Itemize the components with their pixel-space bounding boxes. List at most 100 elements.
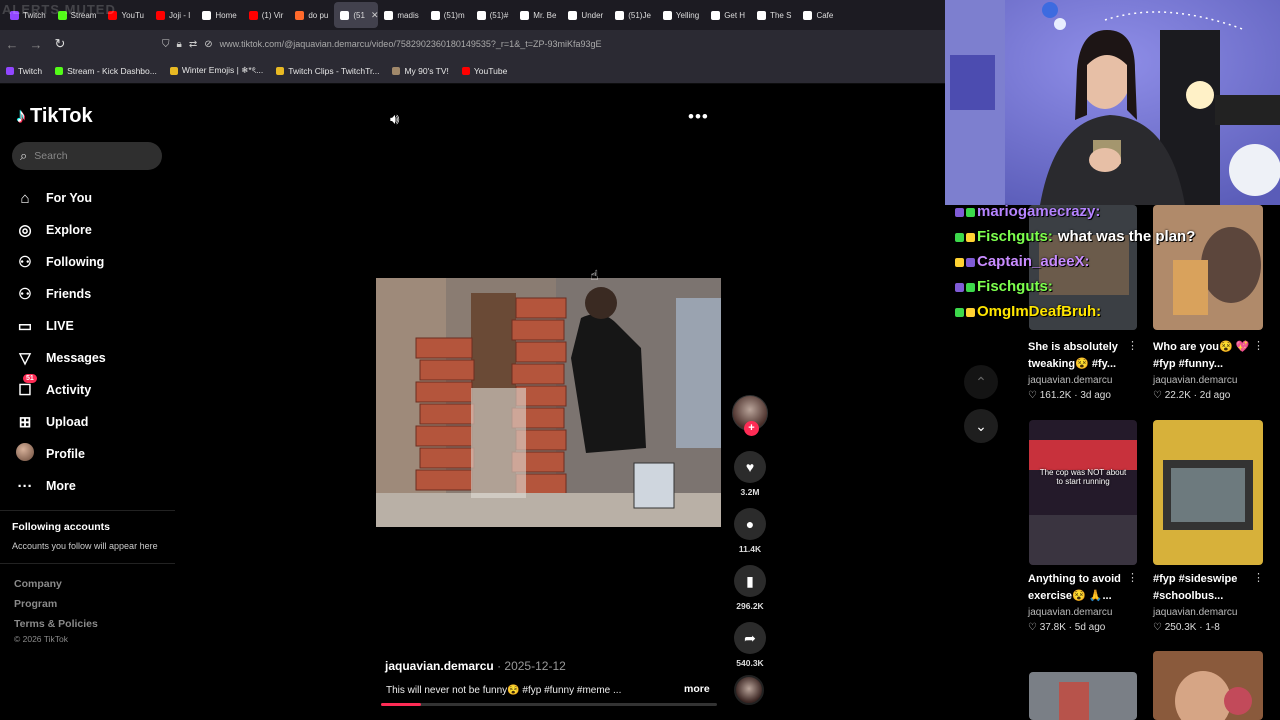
video-thumbnail[interactable]: The cop was NOT about to start running	[1029, 420, 1137, 565]
chat-badge-icon	[966, 207, 975, 217]
card-title[interactable]: She is absolutely tweaking😵 #fy...	[1028, 339, 1128, 373]
address-bar[interactable]: ⛉ 🔒︎ ⇄ ⊘ www.tiktok.com/@jaquavian.demar…	[162, 32, 945, 56]
search-input[interactable]: ⌕ Search	[12, 142, 162, 170]
bookmark-item[interactable]: Winter Emojis | ❄*ৎ...	[169, 64, 264, 78]
sidebar-item-friends[interactable]: ⚇ Friends	[16, 278, 176, 310]
more-options-icon[interactable]: •••	[688, 107, 709, 127]
browser-tab[interactable]: Cafe	[797, 2, 839, 28]
video-thumbnail[interactable]	[1153, 651, 1263, 720]
lock-icon[interactable]: 🔒︎	[177, 39, 182, 50]
browser-tab[interactable]: Yelling	[657, 2, 705, 28]
comment-button[interactable]: ●	[734, 508, 766, 540]
browser-tab[interactable]: Stream	[52, 2, 103, 28]
card-username[interactable]: jaquavian.demarcu	[1028, 607, 1113, 618]
share-count: 540.3K	[736, 658, 764, 668]
footer-link-company[interactable]: Company	[14, 574, 98, 594]
browser-tab[interactable]: Twitch	[4, 2, 52, 28]
stream-chat-overlay: mariogamecrazy: Fischguts: what was the pl…	[955, 199, 1195, 324]
bookmark-item[interactable]: YouTube	[461, 66, 507, 76]
messages-icon: ▽	[19, 350, 31, 367]
browser-tab[interactable]: Joji - I	[150, 2, 196, 28]
bookmark-item[interactable]: Twitch Clips - TwitchTr...	[276, 66, 379, 76]
follow-plus-icon[interactable]: +	[744, 421, 759, 436]
sidebar-item-activity[interactable]: ☐ 51 Activity	[16, 374, 176, 406]
card-username[interactable]: jaquavian.demarcu	[1153, 607, 1238, 618]
tracking-off-icon[interactable]: ⊘	[204, 39, 212, 50]
forward-icon[interactable]: →	[24, 37, 48, 52]
browser-tab[interactable]: Under	[562, 2, 609, 28]
tiktok-logo[interactable]: ♪ TikTok	[16, 105, 93, 128]
kebab-icon[interactable]: ⋮	[1253, 571, 1264, 584]
close-tab-icon[interactable]: ✕	[371, 10, 378, 21]
url-text[interactable]: www.tiktok.com/@jaquavian.demarcu/video/…	[220, 39, 602, 49]
next-video-button[interactable]: ⌄	[964, 409, 998, 443]
share-button[interactable]: ➦	[734, 622, 766, 654]
chat-badge-icon	[966, 257, 975, 267]
tab-label: Mr. Be	[533, 10, 557, 20]
chat-badge-icon	[955, 257, 964, 267]
video-progress-bar[interactable]	[381, 703, 717, 706]
browser-tab[interactable]: The S	[751, 2, 797, 28]
card-title[interactable]: Anything to avoid exercise😵 🙏...	[1028, 571, 1128, 605]
bookmark-label: Winter Emojis | ❄*ৎ...	[181, 64, 264, 75]
bookmark-item[interactable]: Twitch	[6, 66, 42, 76]
tab-favicon-icon	[108, 10, 118, 20]
permissions-icon[interactable]: ⇄	[189, 39, 197, 50]
card-title[interactable]: #fyp #sideswipe #schoolbus...	[1153, 571, 1253, 605]
browser-tab[interactable]: (1) Vir	[243, 2, 290, 28]
bookmark-item[interactable]: My 90's TV!	[392, 66, 449, 76]
browser-tab[interactable]: Home	[196, 2, 242, 28]
browser-tab[interactable]: (51)m	[425, 2, 471, 28]
sidebar-item-messages[interactable]: ▽ Messages	[16, 342, 176, 374]
sidebar-item-live[interactable]: ▭ LIVE	[16, 310, 176, 342]
video-player[interactable]	[376, 278, 721, 527]
kebab-icon[interactable]: ⋮	[1127, 571, 1138, 584]
volume-icon[interactable]: 🔊︎	[390, 111, 399, 128]
sidebar-item-explore[interactable]: ◎ Explore	[16, 214, 176, 246]
kebab-icon[interactable]: ⋮	[1253, 339, 1264, 352]
bookmark-item[interactable]: Stream - Kick Dashbo...	[55, 66, 157, 76]
sidebar-item-for-you[interactable]: ⌂ For You	[16, 182, 176, 214]
bookmark-favicon-icon	[392, 66, 401, 75]
music-disc-avatar[interactable]	[734, 675, 764, 705]
save-button[interactable]: ▮	[734, 565, 766, 597]
video-thumbnail[interactable]	[1153, 420, 1263, 565]
browser-tab[interactable]: Get H	[705, 2, 751, 28]
browser-tab[interactable]: do pu	[289, 2, 334, 28]
video-thumbnail[interactable]	[1029, 672, 1137, 720]
browser-tab[interactable]: (51 ✕	[334, 2, 379, 28]
compass-icon: ◎	[18, 222, 32, 239]
tab-label: Yelling	[675, 10, 700, 20]
caption-more-button[interactable]: more	[684, 683, 710, 695]
shield-icon[interactable]: ⛉	[162, 39, 170, 50]
chevron-down-icon: ⌄	[975, 417, 987, 434]
caption-username[interactable]: jaquavian.demarcu	[385, 659, 494, 673]
kebab-icon[interactable]: ⋮	[1127, 339, 1138, 352]
footer-link-program[interactable]: Program	[14, 594, 98, 614]
sidebar-item-upload[interactable]: ⊞ Upload	[16, 406, 176, 438]
reload-icon[interactable]: ↻	[48, 36, 72, 52]
sidebar-item-following[interactable]: ⚇ Following	[16, 246, 176, 278]
browser-tab[interactable]: YouTu	[102, 2, 150, 28]
sidebar-item-more[interactable]: ··· More	[16, 470, 176, 502]
webcam-feed	[945, 0, 1280, 205]
footer-link-terms[interactable]: Terms & Policies	[14, 614, 98, 634]
sidebar-item-profile[interactable]: Profile	[16, 438, 176, 470]
back-icon[interactable]: ←	[0, 37, 24, 52]
creator-avatar[interactable]: +	[732, 395, 768, 436]
card-title[interactable]: Who are you😵 💖 #fyp #funny...	[1153, 339, 1253, 373]
browser-tab[interactable]: Mr. Be	[514, 2, 562, 28]
like-button[interactable]: ♥	[734, 451, 766, 483]
browser-tab[interactable]: madis	[378, 2, 424, 28]
bookmark-icon: ▮	[746, 572, 754, 589]
card-username[interactable]: jaquavian.demarcu	[1153, 375, 1238, 386]
tab-label: Stream	[70, 10, 97, 20]
browser-tab[interactable]: (51)Je	[609, 2, 657, 28]
previous-video-button[interactable]: ⌃	[964, 365, 998, 399]
avatar	[16, 443, 34, 465]
thumbnail-image	[1153, 420, 1263, 565]
card-username[interactable]: jaquavian.demarcu	[1028, 375, 1113, 386]
browser-tab[interactable]: (51)#	[471, 2, 515, 28]
chat-text: what was the plan?	[1057, 228, 1196, 245]
creator-avatar-wrap[interactable]: +	[730, 395, 770, 447]
